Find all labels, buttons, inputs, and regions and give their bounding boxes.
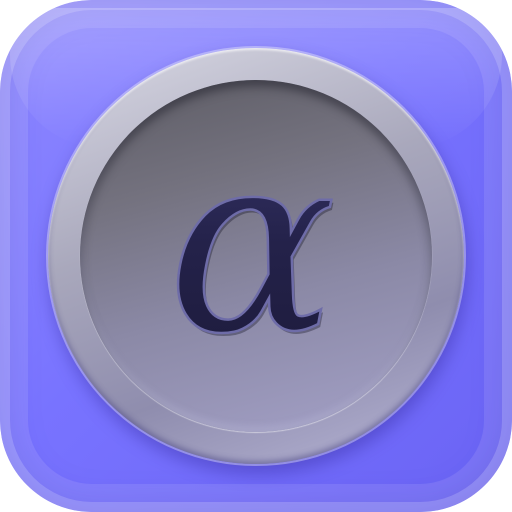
alpha-glyph-layer: α α	[166, 97, 338, 392]
alpha-icon: α	[168, 98, 337, 389]
app-icon-tile: α α	[0, 0, 512, 512]
